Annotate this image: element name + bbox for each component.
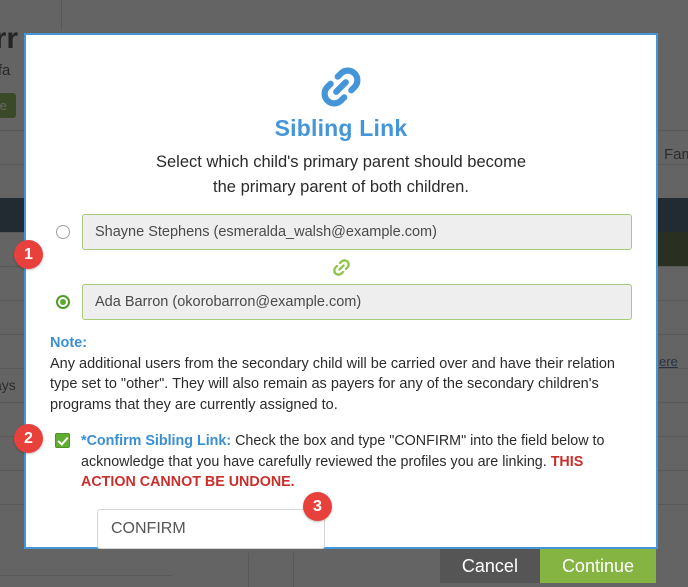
cancel-button[interactable]: Cancel	[439, 548, 540, 583]
radio-parent-option-2[interactable]	[56, 294, 70, 309]
confirm-label: *Confirm Sibling Link:	[81, 433, 232, 450]
parent-option-row-1[interactable]: Shayne Stephens (esmeralda_walsh@example…	[50, 213, 632, 250]
parent-option-row-2[interactable]: Ada Barron (okorobarron@example.com)	[50, 283, 632, 320]
radio-parent-option-1[interactable]	[56, 224, 70, 239]
modal-footer: Cancel Continue	[26, 548, 656, 583]
modal-description: Select which child's primary parent shou…	[50, 150, 632, 200]
annotation-badge-2: 2	[14, 424, 43, 453]
modal-description-line1: Select which child's primary parent shou…	[156, 153, 526, 171]
annotation-badge-3: 3	[303, 492, 332, 521]
confirm-sibling-link-row[interactable]: *Confirm Sibling Link: Check the box and…	[50, 431, 632, 493]
modal-description-line2: the primary parent of both children.	[213, 177, 469, 196]
note-body: Any additional users from the secondary …	[50, 355, 615, 413]
confirm-text-input[interactable]: CONFIRM	[97, 508, 325, 549]
sibling-link-modal: Sibling Link Select which child's primar…	[24, 33, 658, 583]
chain-link-icon	[321, 67, 361, 107]
parent-option-label-1[interactable]: Shayne Stephens (esmeralda_walsh@example…	[82, 213, 632, 250]
continue-button[interactable]: Continue	[539, 548, 656, 583]
annotation-badge-1: 1	[14, 240, 43, 269]
modal-title: Sibling Link	[274, 115, 408, 141]
modal-body: Sibling Link Select which child's primar…	[26, 35, 656, 549]
parent-option-label-2[interactable]: Ada Barron (okorobarron@example.com)	[82, 283, 632, 320]
confirm-sibling-link-checkbox[interactable]	[55, 433, 70, 449]
confirm-sibling-link-text: *Confirm Sibling Link: Check the box and…	[81, 431, 632, 493]
note-title: Note:	[50, 334, 88, 351]
chain-link-icon	[332, 258, 350, 276]
link-separator	[50, 250, 632, 284]
